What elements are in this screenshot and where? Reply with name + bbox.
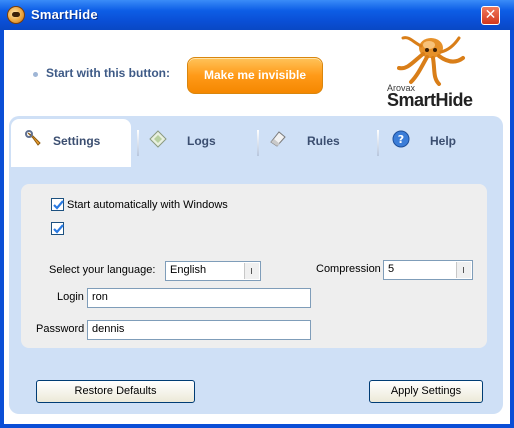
language-select[interactable]: English <box>165 261 261 281</box>
eraser-icon <box>270 131 286 147</box>
window-title: SmartHide <box>31 7 98 22</box>
wrench-icon <box>25 130 41 146</box>
start-label: Start with this button: <box>46 66 170 80</box>
log-diamond-icon <box>149 130 167 148</box>
second-checkbox[interactable] <box>51 222 64 235</box>
tab-panel: Settings Logs Rules ? Help Start automat… <box>9 116 503 414</box>
tab-separator <box>377 130 379 156</box>
compression-value: 5 <box>388 263 395 275</box>
tab-rules-label: Rules <box>307 134 340 148</box>
help-icon: ? <box>392 130 410 148</box>
language-value: English <box>170 264 207 276</box>
make-invisible-button[interactable]: Make me invisible <box>187 57 323 94</box>
compression-label: Compression <box>316 263 381 275</box>
title-bar[interactable]: SmartHide ✕ <box>0 0 514 30</box>
close-button[interactable]: ✕ <box>481 6 500 25</box>
restore-defaults-button[interactable]: Restore Defaults <box>36 380 195 403</box>
tab-settings-label: Settings <box>53 134 101 148</box>
tab-separator <box>257 130 259 156</box>
logo-smarthide-text: SmartHide <box>387 90 473 110</box>
password-input[interactable]: dennis <box>87 320 311 340</box>
close-icon: ✕ <box>484 7 497 23</box>
octopus-logo-icon <box>397 36 465 86</box>
tab-logs[interactable]: Logs <box>149 126 259 156</box>
dropdown-arrow-icon <box>244 263 259 279</box>
tab-bar: Settings Logs Rules ? Help <box>9 116 503 167</box>
dropdown-arrow-icon <box>456 262 471 278</box>
checkmark-icon <box>53 200 64 210</box>
tab-logs-label: Logs <box>187 134 216 148</box>
checkmark-icon <box>53 224 64 234</box>
autostart-checkbox[interactable] <box>51 198 64 211</box>
svg-text:?: ? <box>398 133 404 146</box>
apply-settings-button[interactable]: Apply Settings <box>369 380 483 403</box>
settings-content: Start automatically with Windows Select … <box>21 184 487 348</box>
bullet-icon <box>33 72 38 77</box>
app-window: SmartHide ✕ Start with this button: Make… <box>0 0 514 428</box>
password-label: Password <box>36 323 85 335</box>
compression-select[interactable]: 5 <box>383 260 473 280</box>
client-area: Start with this button: Make me invisibl… <box>4 30 510 424</box>
tab-separator <box>137 130 139 156</box>
tab-help[interactable]: ? Help <box>392 126 492 156</box>
tab-settings[interactable]: Settings <box>25 126 135 156</box>
app-icon <box>7 6 25 24</box>
autostart-label: Start automatically with Windows <box>67 199 228 211</box>
login-input[interactable]: ron <box>87 288 311 308</box>
tab-help-label: Help <box>430 134 457 148</box>
language-label: Select your language: <box>49 264 156 276</box>
tab-rules[interactable]: Rules <box>269 126 379 156</box>
login-label: Login <box>57 291 84 303</box>
